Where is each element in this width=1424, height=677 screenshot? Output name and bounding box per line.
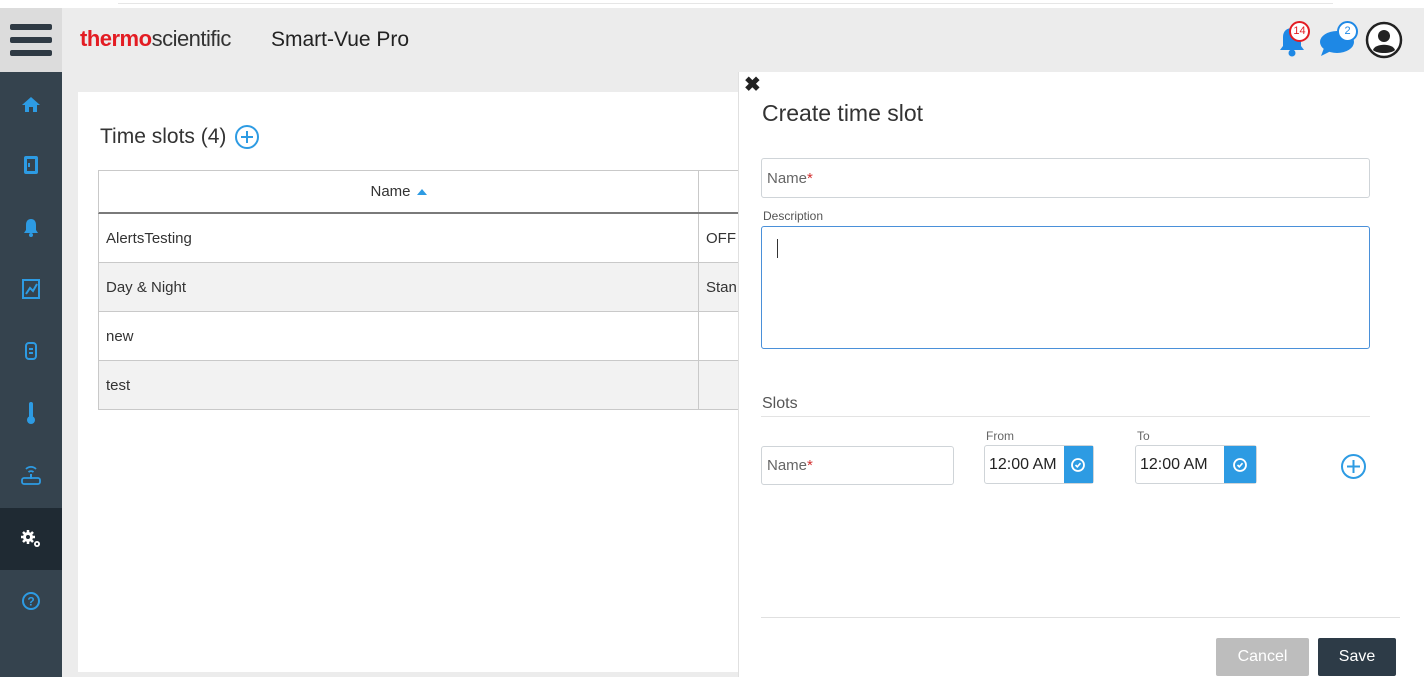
settings-gears-icon xyxy=(21,530,40,547)
footer-divider xyxy=(761,617,1400,618)
slots-label: Slots xyxy=(762,395,798,412)
slot-name-input[interactable]: Name * xyxy=(761,446,954,485)
create-time-slot-panel: ✖ Create time slot Name * Description Slo… xyxy=(738,72,1424,677)
divider xyxy=(118,3,1333,4)
sidebar-item-sensors[interactable] xyxy=(0,320,62,382)
sidebar-item-settings[interactable] xyxy=(0,508,62,570)
panel-title: Create time slot xyxy=(762,100,924,126)
home-icon xyxy=(22,97,40,112)
messages-badge: 2 xyxy=(1337,21,1358,42)
slot-name-placeholder: Name xyxy=(767,457,808,474)
cell-name: test xyxy=(99,361,699,409)
sidebar-item-alerts[interactable] xyxy=(0,196,62,258)
user-avatar-icon xyxy=(1365,21,1403,59)
time-slot-name-input[interactable]: Name * xyxy=(761,158,1370,198)
svg-text:?: ? xyxy=(27,595,34,609)
close-panel-button[interactable]: ✖ xyxy=(744,75,761,95)
required-marker: * xyxy=(807,169,813,187)
app-header: thermoscientific Smart-Vue Pro 14 2 xyxy=(0,8,1424,72)
user-avatar-button[interactable] xyxy=(1364,20,1404,60)
from-time-value: 12:00 AM xyxy=(989,455,1057,473)
cell-second xyxy=(699,312,706,360)
bell-icon xyxy=(24,219,38,237)
thermometer-icon xyxy=(27,402,35,424)
sidebar-item-wireless[interactable] xyxy=(0,444,62,506)
top-strip xyxy=(0,0,1424,8)
cell-second: Stan xyxy=(706,278,737,296)
sidebar-item-home[interactable] xyxy=(0,74,62,136)
menu-bar xyxy=(10,50,52,56)
sensor-icon xyxy=(25,342,37,360)
name-placeholder: Name xyxy=(767,169,808,187)
cancel-button[interactable]: Cancel xyxy=(1216,638,1309,676)
text-caret xyxy=(777,239,778,258)
from-time-picker[interactable]: 12:00 AM xyxy=(984,445,1094,484)
logo-thermo: thermo xyxy=(80,26,152,51)
required-marker: * xyxy=(807,457,813,474)
cell-name: AlertsTesting xyxy=(99,214,699,262)
to-time-picker[interactable]: 12:00 AM xyxy=(1135,445,1257,484)
menu-bar xyxy=(10,24,52,30)
description-textarea[interactable] xyxy=(761,226,1370,349)
content-card: Time slots (4) Name AlertsTesting OFF Da… xyxy=(78,92,798,672)
from-label: From xyxy=(986,429,1014,443)
notifications-button[interactable]: 14 xyxy=(1272,20,1312,60)
table-row[interactable]: Day & Night Stan xyxy=(98,263,798,312)
add-slot-button[interactable] xyxy=(1340,453,1367,480)
page-title: Time slots (4) xyxy=(100,125,227,148)
column-header-label: Name xyxy=(370,183,411,200)
to-clock-button[interactable] xyxy=(1223,446,1256,483)
cell-name: Day & Night xyxy=(99,263,699,311)
brand-logo: thermoscientific xyxy=(80,26,231,52)
save-button[interactable]: Save xyxy=(1318,638,1396,676)
table-row[interactable]: test xyxy=(98,361,798,410)
menu-bar xyxy=(10,37,52,43)
help-icon: ? xyxy=(22,592,40,610)
wireless-receiver-icon xyxy=(21,466,41,485)
slots-divider xyxy=(761,416,1370,417)
messages-button[interactable]: 2 xyxy=(1318,20,1358,60)
cell-second: OFF xyxy=(706,229,736,247)
clock-icon xyxy=(1232,457,1247,472)
sidebar-item-help[interactable]: ? xyxy=(0,570,62,632)
table-row[interactable]: AlertsTesting OFF xyxy=(98,214,798,263)
cell-second xyxy=(699,361,706,409)
sidebar: ? xyxy=(0,72,62,677)
description-label: Description xyxy=(763,209,824,223)
to-label: To xyxy=(1137,429,1150,443)
sidebar-item-reports[interactable] xyxy=(0,258,62,320)
table-row[interactable]: new xyxy=(98,312,798,361)
sort-ascending-icon xyxy=(416,188,427,195)
time-slots-table: Name AlertsTesting OFF Day & Night Stan … xyxy=(98,170,798,410)
table-header: Name xyxy=(98,170,798,214)
hamburger-menu-button[interactable] xyxy=(0,8,62,72)
notifications-badge: 14 xyxy=(1289,21,1310,42)
report-chart-icon xyxy=(22,279,40,299)
logo-scientific: scientific xyxy=(151,26,232,51)
main-content: Time slots (4) Name AlertsTesting OFF Da… xyxy=(62,72,798,677)
sidebar-item-temperature[interactable] xyxy=(0,382,62,444)
clock-icon xyxy=(1071,457,1086,472)
sidebar-item-doors[interactable] xyxy=(0,134,62,196)
cell-name: new xyxy=(99,312,699,360)
from-clock-button[interactable] xyxy=(1063,446,1093,483)
header-actions: 14 2 xyxy=(1272,20,1404,60)
column-header-name[interactable]: Name xyxy=(99,171,699,212)
to-time-value: 12:00 AM xyxy=(1140,455,1208,473)
app-title: Smart-Vue Pro xyxy=(271,28,410,51)
door-icon xyxy=(24,156,38,174)
page-title-row: Time slots (4) xyxy=(100,124,260,150)
add-time-slot-button[interactable] xyxy=(234,124,260,150)
